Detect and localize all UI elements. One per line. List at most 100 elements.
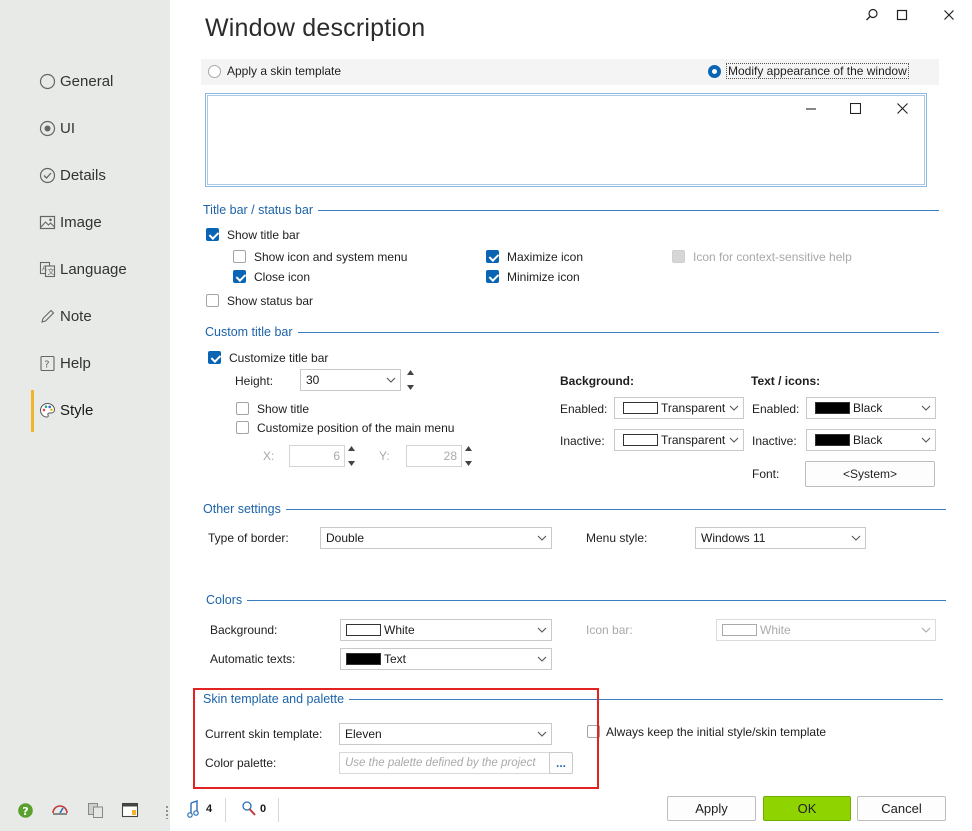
text-enabled-combo[interactable]: Black xyxy=(806,397,936,419)
spin-down-icon[interactable] xyxy=(406,384,415,391)
border-combo[interactable]: Double xyxy=(320,527,552,549)
text-enabled-value: Black xyxy=(853,401,883,415)
show-title-bar-label[interactable]: Show title bar xyxy=(227,228,300,242)
color-swatch xyxy=(346,653,381,665)
sidebar-item-details[interactable]: Details xyxy=(38,162,106,188)
close-icon[interactable] xyxy=(938,4,960,26)
maximize-icon[interactable] xyxy=(891,4,913,26)
border-value: Double xyxy=(326,531,365,545)
modify-appearance-radio[interactable] xyxy=(708,65,721,78)
color-swatch xyxy=(346,624,381,636)
maximize-icon xyxy=(850,103,861,114)
menu-style-combo[interactable]: Windows 11 xyxy=(695,527,866,549)
customize-menu-pos-label[interactable]: Customize position of the main menu xyxy=(257,421,454,435)
spin-up-icon[interactable] xyxy=(347,445,356,452)
minimize-icon-checkbox[interactable] xyxy=(486,270,499,283)
sidebar-item-ui[interactable]: UI xyxy=(38,115,75,141)
show-status-bar-label[interactable]: Show status bar xyxy=(227,294,313,308)
close-icon-checkbox[interactable] xyxy=(233,270,246,283)
spin-down-icon[interactable] xyxy=(464,460,473,467)
y-spinner[interactable] xyxy=(463,445,473,467)
sidebar-item-help[interactable]: ? Help xyxy=(38,350,91,376)
color-swatch xyxy=(623,434,658,446)
y-input[interactable]: 28 xyxy=(406,445,462,467)
bg-inactive-combo[interactable]: Transparent xyxy=(614,429,744,451)
chevron-down-icon xyxy=(921,437,931,443)
spin-up-icon[interactable] xyxy=(464,445,473,452)
customize-menu-pos-checkbox[interactable] xyxy=(236,421,249,434)
customize-title-bar-label[interactable]: Customize title bar xyxy=(229,351,328,365)
background-header: Background: xyxy=(560,374,635,388)
show-title-bar-checkbox[interactable] xyxy=(206,228,219,241)
section-divider xyxy=(203,509,946,510)
sidebar: General UI Details Image A文 Language Not… xyxy=(0,0,170,831)
keep-initial-label[interactable]: Always keep the initial style/skin templ… xyxy=(606,725,826,739)
show-title-label[interactable]: Show title xyxy=(257,402,309,416)
cancel-button[interactable]: Cancel xyxy=(857,796,946,821)
bg-inactive-label: Inactive: xyxy=(560,434,605,448)
icon-bar-combo[interactable]: White xyxy=(716,619,936,641)
sidebar-item-note[interactable]: Note xyxy=(38,303,92,329)
show-icon-menu-checkbox[interactable] xyxy=(233,250,246,263)
section-divider xyxy=(205,332,939,333)
colors-background-value: White xyxy=(384,623,415,637)
chevron-down-icon xyxy=(851,535,861,541)
show-status-bar-checkbox[interactable] xyxy=(206,294,219,307)
font-button[interactable]: <System> xyxy=(805,461,935,487)
colors-background-combo[interactable]: White xyxy=(340,619,552,641)
sidebar-item-label: Details xyxy=(60,166,106,184)
chevron-down-icon xyxy=(729,405,739,411)
window-icon[interactable] xyxy=(120,800,140,820)
maximize-icon-label[interactable]: Maximize icon xyxy=(507,250,583,264)
sidebar-item-style[interactable]: Style xyxy=(38,397,93,423)
tool-icon xyxy=(242,801,256,816)
sidebar-item-label: Note xyxy=(60,307,92,325)
x-spinner[interactable] xyxy=(346,445,356,467)
translate-icon[interactable] xyxy=(85,800,105,820)
ok-button[interactable]: OK xyxy=(763,796,851,821)
help-icon: ? xyxy=(38,354,57,373)
spin-up-icon[interactable] xyxy=(406,369,415,376)
apply-button[interactable]: Apply xyxy=(667,796,756,821)
check-circle-icon xyxy=(38,166,57,185)
menu-style-label: Menu style: xyxy=(586,531,648,545)
modify-appearance-radio-label[interactable]: Modify appearance of the window xyxy=(726,63,909,79)
magnifier-icon[interactable] xyxy=(861,4,883,26)
text-inactive-combo[interactable]: Black xyxy=(806,429,936,451)
scale-icon[interactable] xyxy=(50,800,70,820)
chevron-down-icon xyxy=(729,437,739,443)
sidebar-item-image[interactable]: Image xyxy=(38,209,102,235)
sidebar-item-label: UI xyxy=(60,119,75,137)
show-icon-menu-label[interactable]: Show icon and system menu xyxy=(254,250,407,264)
spin-down-icon[interactable] xyxy=(347,460,356,467)
sidebar-item-label: Style xyxy=(60,401,94,419)
status-count-2[interactable]: 0 xyxy=(241,800,266,818)
chevron-down-icon xyxy=(386,377,396,383)
height-label: Height: xyxy=(235,374,274,388)
context-help-label: Icon for context-sensitive help xyxy=(693,250,852,264)
bg-enabled-label: Enabled: xyxy=(560,402,608,416)
sidebar-item-general[interactable]: General xyxy=(38,68,113,94)
height-combo[interactable]: 30 xyxy=(300,369,401,391)
auto-texts-combo[interactable]: Text xyxy=(340,648,552,670)
close-icon-label[interactable]: Close icon xyxy=(254,270,310,284)
minimize-icon-label[interactable]: Minimize icon xyxy=(507,270,580,284)
bg-enabled-combo[interactable]: Transparent xyxy=(614,397,744,419)
skin-template-radio-label[interactable]: Apply a skin template xyxy=(227,64,341,78)
status-count-1[interactable]: 4 xyxy=(186,800,212,818)
maximize-icon-checkbox[interactable] xyxy=(486,250,499,263)
sidebar-item-language[interactable]: A文 Language xyxy=(38,256,127,282)
show-title-checkbox[interactable] xyxy=(236,402,249,415)
customize-title-bar-checkbox[interactable] xyxy=(208,351,221,364)
chevron-down-icon xyxy=(537,627,547,633)
color-swatch xyxy=(815,402,850,414)
x-input[interactable]: 6 xyxy=(289,445,345,467)
help-circle-icon[interactable]: ? xyxy=(15,800,35,820)
skin-template-radio[interactable] xyxy=(208,65,221,78)
context-help-checkbox[interactable] xyxy=(672,250,685,263)
text-enabled-label: Enabled: xyxy=(752,402,800,416)
height-spinner[interactable] xyxy=(405,369,415,391)
auto-texts-value: Text xyxy=(384,652,407,666)
highlight-box xyxy=(193,688,599,789)
resize-grip[interactable] xyxy=(165,805,169,819)
